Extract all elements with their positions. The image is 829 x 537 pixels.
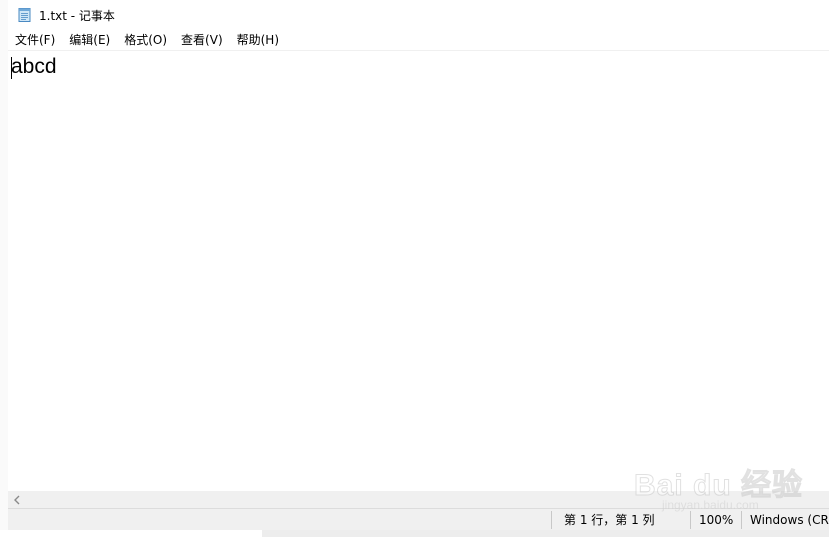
menu-file[interactable]: 文件(F) xyxy=(8,30,62,50)
status-bar: 第 1 行，第 1 列 100% Windows (CRLF) xyxy=(8,508,829,531)
menu-bar: 文件(F) 编辑(E) 格式(O) 查看(V) 帮助(H) xyxy=(8,30,829,50)
title-bar[interactable]: 1.txt - 记事本 xyxy=(8,0,829,30)
background-window-bottom xyxy=(262,530,829,537)
status-separator xyxy=(551,511,552,529)
zoom-level: 100% xyxy=(699,513,734,527)
menu-help[interactable]: 帮助(H) xyxy=(230,30,286,50)
window-title: 1.txt - 记事本 xyxy=(39,8,115,23)
menu-view[interactable]: 查看(V) xyxy=(174,30,230,50)
status-separator xyxy=(690,511,691,529)
horizontal-scrollbar[interactable] xyxy=(8,491,829,508)
text-editor-area[interactable]: abcd xyxy=(8,50,829,492)
cursor-position: 第 1 行，第 1 列 xyxy=(564,513,655,527)
menu-format[interactable]: 格式(O) xyxy=(117,30,174,50)
menu-edit[interactable]: 编辑(E) xyxy=(62,30,117,50)
screenshot: 1.txt - 记事本 文件(F) 编辑(E) 格式(O) 查看(V) 帮助(H… xyxy=(0,0,829,537)
notepad-window: 1.txt - 记事本 文件(F) 编辑(E) 格式(O) 查看(V) 帮助(H… xyxy=(8,0,829,531)
status-separator xyxy=(741,511,742,529)
notepad-icon xyxy=(17,7,33,23)
line-ending: Windows (CRLF) xyxy=(750,513,829,527)
editor-content[interactable]: abcd xyxy=(11,55,57,79)
chevron-left-icon[interactable] xyxy=(10,491,24,508)
